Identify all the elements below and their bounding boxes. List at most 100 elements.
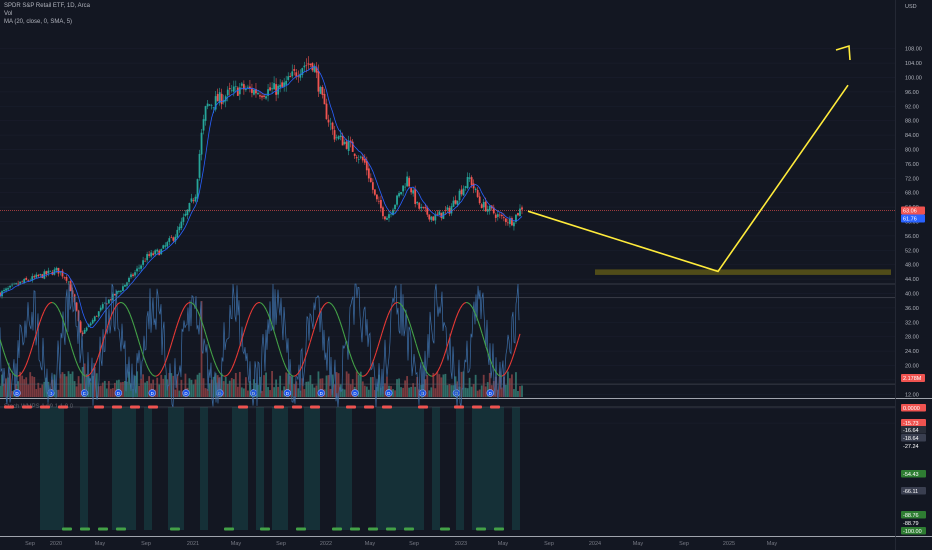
volume-bar — [466, 388, 469, 397]
oscillator-signal-segment — [433, 373, 437, 377]
oscillator-signal-segment — [197, 311, 201, 317]
candle-body — [226, 89, 229, 96]
candle-body — [382, 207, 384, 217]
candle-body — [9, 285, 11, 288]
volume-bar — [29, 372, 32, 397]
oscillator-signal-segment — [51, 301, 55, 304]
candle-body — [152, 253, 155, 256]
candle-body — [134, 272, 136, 276]
volume-bar — [468, 377, 471, 397]
candle-body — [289, 75, 292, 78]
candle-body — [210, 105, 213, 106]
volume-bar — [27, 384, 30, 397]
oscillator-signal-segment — [381, 326, 385, 334]
candle-body — [410, 188, 413, 193]
time-axis-label: May — [95, 541, 106, 547]
candle-body — [347, 141, 350, 151]
chart-canvas[interactable]: DDDDDDDDDDDDDDD USD108.00104.00100.0096.… — [0, 0, 932, 550]
candle-body — [398, 193, 400, 197]
volume-tag: 2.178M — [903, 376, 922, 382]
oscillator-shade — [416, 407, 424, 530]
volume-bar — [138, 385, 140, 397]
volume-bar — [224, 376, 227, 397]
oscillator-signal-segment — [449, 330, 453, 337]
candle-body — [184, 213, 187, 216]
volume-bar — [504, 384, 507, 397]
volume-bar — [164, 375, 167, 397]
oscillator-signal-segment — [79, 369, 83, 374]
oscillator-top-marker — [310, 405, 320, 409]
volume-bar — [35, 389, 38, 397]
oscillator-signal-segment — [331, 304, 335, 308]
oscillator-signal-segment — [365, 371, 369, 376]
candle-body — [412, 190, 415, 194]
candle-body — [263, 95, 265, 97]
candle-body — [450, 206, 453, 214]
oscillator-signal-segment — [377, 339, 381, 347]
volume-bar — [365, 386, 368, 397]
oscillator-signal-segment — [391, 303, 395, 308]
oscillator-shade — [256, 407, 264, 530]
time-axis[interactable]: Sep 2020 May Sep 2021 May Sep 2022 May Sep 2023 May… — [25, 541, 777, 547]
volume-bar — [228, 380, 231, 397]
oscillator-signal-segment — [477, 320, 481, 328]
oscillator-top-marker — [148, 405, 158, 409]
candle-body — [101, 304, 104, 309]
oscillator-signal-segment — [455, 312, 459, 319]
volume-bar — [65, 376, 68, 397]
ma-value-tag: 61.76 — [903, 216, 917, 222]
oscillator-signal-segment — [21, 369, 25, 374]
time-axis-label: 2023 — [455, 541, 467, 547]
oscillator-signal-segment — [275, 337, 279, 345]
oscillator-bottom-marker — [260, 527, 270, 531]
oscillator-signal-segment — [213, 360, 217, 366]
volume-bar — [144, 382, 147, 397]
candle-body — [329, 123, 332, 125]
oscillator-top-marker — [274, 405, 284, 409]
candle-body — [178, 226, 181, 231]
candle-body — [83, 330, 86, 334]
volume-bar — [41, 384, 44, 397]
candle-body — [402, 185, 404, 192]
oscillator-bottom-marker — [296, 527, 306, 531]
oscillator-shade — [408, 407, 416, 530]
oscillator-tags: 0.0000-15.73-16.64-18.64-27.24-54.43-66.… — [901, 404, 926, 535]
volume-bar — [79, 383, 82, 397]
volume-bar — [329, 388, 332, 397]
oscillator-top-marker — [130, 405, 140, 409]
oscillator-signal-segment — [383, 320, 387, 327]
candle-body — [319, 86, 322, 94]
oscillator-signal-segment — [437, 366, 441, 372]
oscillator-signal-segment — [461, 303, 465, 306]
time-axis-label: Sep — [276, 541, 286, 547]
candle-body — [182, 217, 185, 222]
oscillator-shade — [512, 407, 520, 530]
volume-bar — [325, 375, 328, 397]
candle-body — [7, 288, 9, 290]
oscillator-signal-segment — [39, 316, 43, 323]
oscillator-signal-segment — [313, 323, 317, 330]
oscillator-signal-segment — [165, 354, 169, 361]
volume-bar — [333, 384, 336, 397]
oscillator-tag: -88.76 — [903, 513, 919, 519]
oscillator-bottom-marker — [98, 527, 108, 531]
oscillator-shade — [456, 407, 464, 530]
candle-body — [388, 214, 390, 219]
oscillator-signal-segment — [177, 316, 181, 323]
candle-body — [307, 63, 310, 65]
candle-body — [162, 245, 165, 249]
oscillator-top-marker — [94, 405, 104, 409]
oscillator-signal-segment — [159, 369, 163, 374]
oscillator-signal-segment — [47, 302, 51, 306]
candle-body — [464, 186, 467, 188]
target-support-zone[interactable] — [595, 269, 891, 275]
candle-body — [428, 214, 431, 220]
oscillator-signal-segment — [255, 302, 259, 305]
candle-body — [37, 274, 40, 277]
volume-bar — [0, 385, 1, 397]
volume-bar — [482, 374, 485, 397]
candle-body — [132, 274, 134, 276]
oscillator-signal-segment — [123, 303, 127, 307]
oscillator-signal-segment — [459, 305, 463, 310]
candle-body — [244, 89, 247, 91]
